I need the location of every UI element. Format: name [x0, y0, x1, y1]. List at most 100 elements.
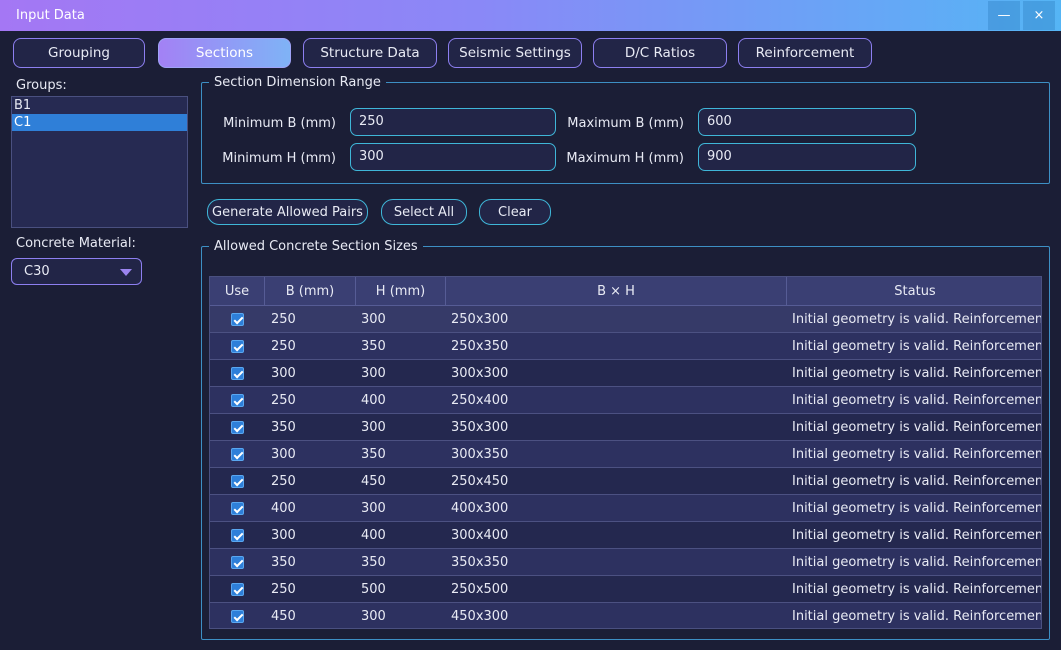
table-row[interactable]: 250 300 250x300 Initial geometry is valid. … — [210, 306, 1041, 333]
cell-b: 300 — [271, 447, 296, 462]
cell-b: 250 — [271, 312, 296, 327]
cell-status: Initial geometry is valid. Reinforcement… — [792, 555, 1041, 570]
dimension-range-title: Section Dimension Range — [209, 75, 386, 90]
cell-bxh: 250x350 — [451, 339, 509, 354]
cell-status: Initial geometry is valid. Reinforcement… — [792, 420, 1041, 435]
select-all-button[interactable]: Select All — [381, 199, 467, 225]
cell-b: 250 — [271, 474, 296, 489]
cell-b: 400 — [271, 501, 296, 516]
tab-grouping[interactable]: Grouping — [13, 38, 145, 68]
table-header: Use B (mm) H (mm) B × H Status — [210, 277, 1041, 306]
use-checkbox[interactable] — [231, 394, 244, 407]
cell-status: Initial geometry is valid. Reinforcement… — [792, 366, 1041, 381]
cell-bxh: 350x300 — [451, 420, 509, 435]
group-item-c1[interactable]: C1 — [12, 114, 187, 131]
concrete-material-value: C30 — [24, 264, 50, 279]
min-h-label: Minimum H (mm) — [222, 151, 336, 166]
max-h-input[interactable]: 900 — [698, 143, 916, 171]
cell-h: 450 — [361, 474, 386, 489]
cell-status: Initial geometry is valid. Reinforcement… — [792, 312, 1041, 327]
table-row[interactable]: 400 300 400x300 Initial geometry is valid. … — [210, 495, 1041, 522]
cell-h: 350 — [361, 555, 386, 570]
cell-h: 500 — [361, 582, 386, 597]
cell-bxh: 450x300 — [451, 609, 509, 624]
cell-status: Initial geometry is valid. Reinforcement… — [792, 528, 1041, 543]
table-row[interactable]: 300 350 300x350 Initial geometry is valid. … — [210, 441, 1041, 468]
max-b-input[interactable]: 600 — [698, 108, 916, 136]
column-header-b[interactable]: B (mm) — [265, 277, 356, 306]
groups-list[interactable]: B1 C1 — [11, 96, 188, 228]
cell-h: 300 — [361, 501, 386, 516]
min-h-input[interactable]: 300 — [350, 143, 556, 171]
groups-label: Groups: — [16, 78, 67, 93]
cell-status: Initial geometry is valid. Reinforcement… — [792, 609, 1041, 624]
tab-seismic-settings[interactable]: Seismic Settings — [448, 38, 582, 68]
cell-b: 300 — [271, 528, 296, 543]
tab-dc-ratios[interactable]: D/C Ratios — [593, 38, 727, 68]
use-checkbox[interactable] — [231, 367, 244, 380]
cell-h: 300 — [361, 420, 386, 435]
use-checkbox[interactable] — [231, 475, 244, 488]
table-row[interactable]: 350 300 350x300 Initial geometry is valid. … — [210, 414, 1041, 441]
table-row[interactable]: 300 300 300x300 Initial geometry is valid. … — [210, 360, 1041, 387]
cell-bxh: 250x300 — [451, 312, 509, 327]
tab-sections[interactable]: Sections — [158, 38, 291, 68]
use-checkbox[interactable] — [231, 610, 244, 623]
cell-bxh: 350x350 — [451, 555, 509, 570]
minimize-button[interactable]: — — [988, 1, 1020, 30]
cell-bxh: 250x400 — [451, 393, 509, 408]
cell-h: 300 — [361, 366, 386, 381]
column-header-h[interactable]: H (mm) — [356, 277, 446, 306]
max-h-label: Maximum H (mm) — [566, 151, 684, 166]
table-row[interactable]: 250 450 250x450 Initial geometry is valid. … — [210, 468, 1041, 495]
minimize-icon: — — [997, 8, 1011, 23]
close-button[interactable]: × — [1023, 1, 1055, 30]
min-b-input[interactable]: 250 — [350, 108, 556, 136]
use-checkbox[interactable] — [231, 583, 244, 596]
column-header-use[interactable]: Use — [210, 277, 265, 306]
column-header-bxh[interactable]: B × H — [446, 277, 787, 306]
table-row[interactable]: 450 300 450x300 Initial geometry is valid. … — [210, 603, 1041, 628]
cell-bxh: 400x300 — [451, 501, 509, 516]
concrete-material-label: Concrete Material: — [16, 236, 136, 251]
use-checkbox[interactable] — [231, 556, 244, 569]
generate-allowed-pairs-button[interactable]: Generate Allowed Pairs — [207, 199, 368, 225]
cell-b: 250 — [271, 393, 296, 408]
cell-h: 300 — [361, 609, 386, 624]
column-header-status[interactable]: Status — [787, 277, 1041, 306]
use-checkbox[interactable] — [231, 313, 244, 326]
table-row[interactable]: 300 400 300x400 Initial geometry is valid. … — [210, 522, 1041, 549]
table-row[interactable]: 250 400 250x400 Initial geometry is valid. … — [210, 387, 1041, 414]
cell-bxh: 250x500 — [451, 582, 509, 597]
cell-h: 400 — [361, 528, 386, 543]
tab-reinforcement[interactable]: Reinforcement — [738, 38, 872, 68]
clear-button[interactable]: Clear — [479, 199, 551, 225]
tab-structure-data[interactable]: Structure Data — [303, 38, 437, 68]
cell-h: 350 — [361, 447, 386, 462]
cell-h: 350 — [361, 339, 386, 354]
use-checkbox[interactable] — [231, 529, 244, 542]
cell-h: 400 — [361, 393, 386, 408]
concrete-material-select[interactable]: C30 — [11, 258, 142, 285]
allowed-sizes-title: Allowed Concrete Section Sizes — [209, 239, 423, 254]
cell-b: 250 — [271, 339, 296, 354]
window-title: Input Data — [16, 8, 85, 23]
use-checkbox[interactable] — [231, 340, 244, 353]
use-checkbox[interactable] — [231, 421, 244, 434]
cell-status: Initial geometry is valid. Reinforcement… — [792, 339, 1041, 354]
group-item-b1[interactable]: B1 — [12, 97, 187, 114]
cell-b: 450 — [271, 609, 296, 624]
allowed-sizes-table[interactable]: Use B (mm) H (mm) B × H Status 250 300 250… — [209, 276, 1042, 629]
cell-status: Initial geometry is valid. Reinforcement… — [792, 447, 1041, 462]
use-checkbox[interactable] — [231, 502, 244, 515]
cell-bxh: 250x450 — [451, 474, 509, 489]
table-row[interactable]: 250 350 250x350 Initial geometry is valid. … — [210, 333, 1041, 360]
cell-b: 250 — [271, 582, 296, 597]
close-icon: × — [1033, 8, 1045, 23]
table-row[interactable]: 350 350 350x350 Initial geometry is valid. … — [210, 549, 1041, 576]
cell-status: Initial geometry is valid. Reinforcement… — [792, 501, 1041, 516]
table-row[interactable]: 250 500 250x500 Initial geometry is valid. … — [210, 576, 1041, 603]
use-checkbox[interactable] — [231, 448, 244, 461]
cell-status: Initial geometry is valid. Reinforcement… — [792, 474, 1041, 489]
min-b-label: Minimum B (mm) — [223, 116, 336, 131]
